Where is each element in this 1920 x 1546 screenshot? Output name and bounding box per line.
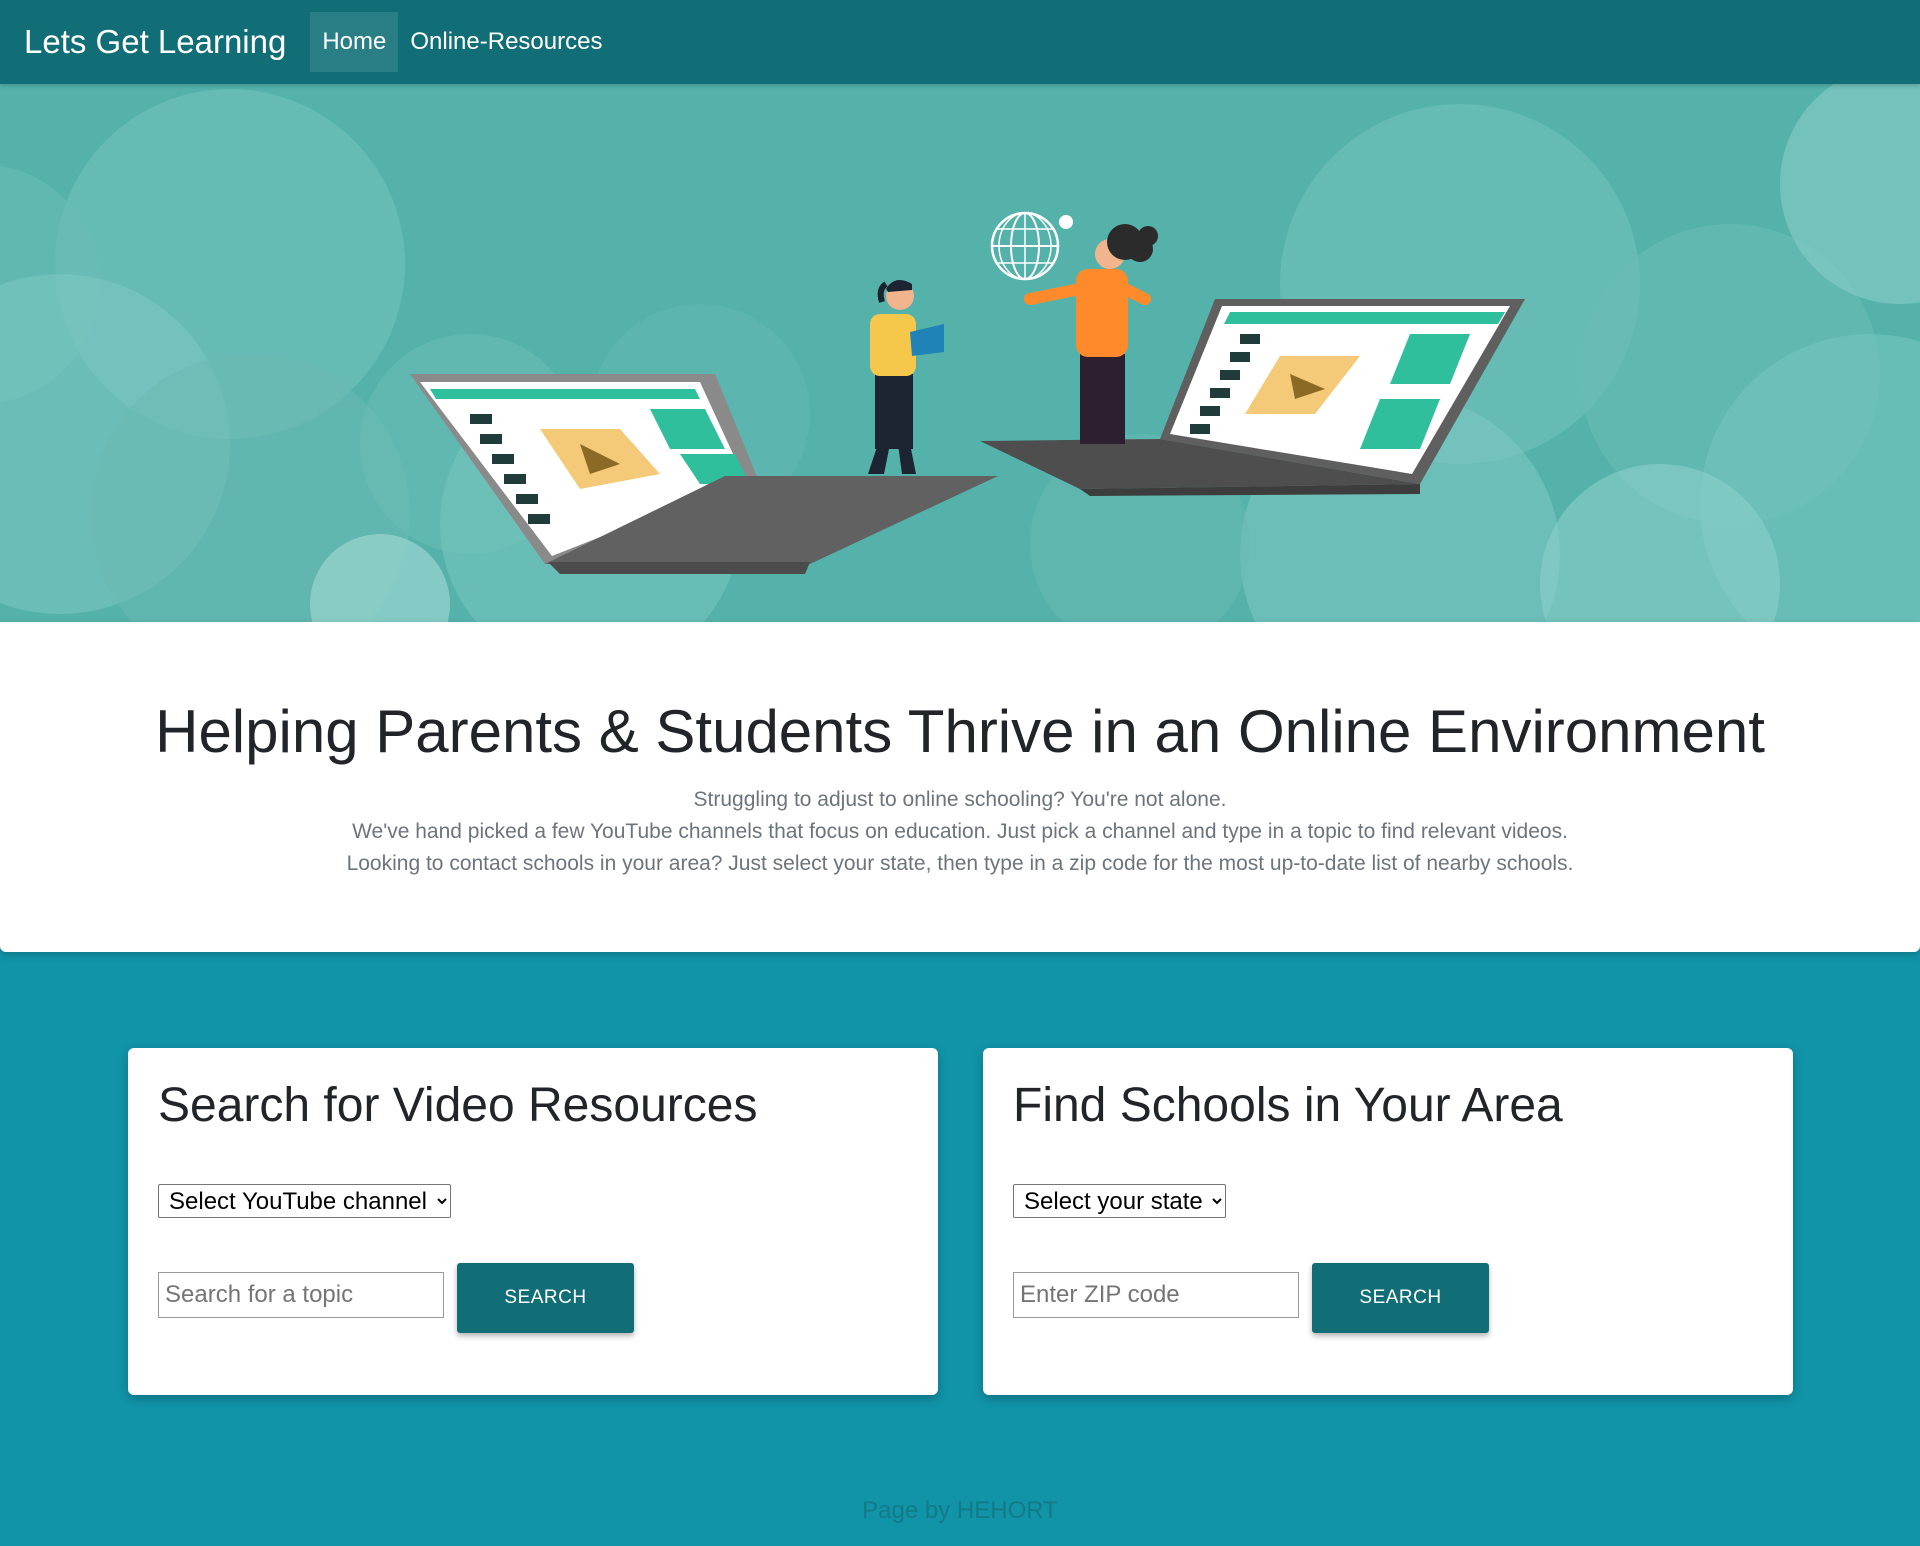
intro-section: Helping Parents & Students Thrive in an … [0,622,1920,952]
intro-line-2: We've hand picked a few YouTube channels… [352,820,1568,843]
hero-illustration [0,84,1920,622]
intro-text: Struggling to adjust to online schooling… [0,784,1920,880]
intro-line-1: Struggling to adjust to online schooling… [693,788,1227,811]
globe-icon [990,211,1073,281]
brand-title[interactable]: Lets Get Learning [24,23,286,61]
state-select[interactable]: Select your state [1013,1184,1226,1218]
page-title: Helping Parents & Students Thrive in an … [155,698,1765,765]
navbar: Lets Get Learning Home Online-Resources [0,0,1920,84]
video-card-title: Search for Video Resources [158,1079,758,1132]
video-search-card: Search for Video Resources Select YouTub… [128,1048,938,1395]
school-card-title: Find Schools in Your Area [1013,1079,1563,1132]
intro-line-3: Looking to contact schools in your area?… [346,852,1574,875]
hero-banner [0,84,1920,622]
cloud-background [0,84,1920,622]
youtube-channel-select[interactable]: Select YouTube channel [158,1184,451,1218]
nav-online-resources-link[interactable]: Online-Resources [398,12,614,72]
nav-home-link[interactable]: Home [310,12,399,72]
footer-credit: Page by HEHORT [862,1497,1058,1524]
school-search-button[interactable]: SEARCH [1312,1263,1489,1333]
student-reading-figure [868,280,944,474]
video-search-button[interactable]: SEARCH [457,1263,634,1333]
zip-code-input[interactable] [1013,1272,1299,1318]
topic-search-input[interactable] [158,1272,444,1318]
school-search-card: Find Schools in Your Area Select your st… [983,1048,1793,1395]
